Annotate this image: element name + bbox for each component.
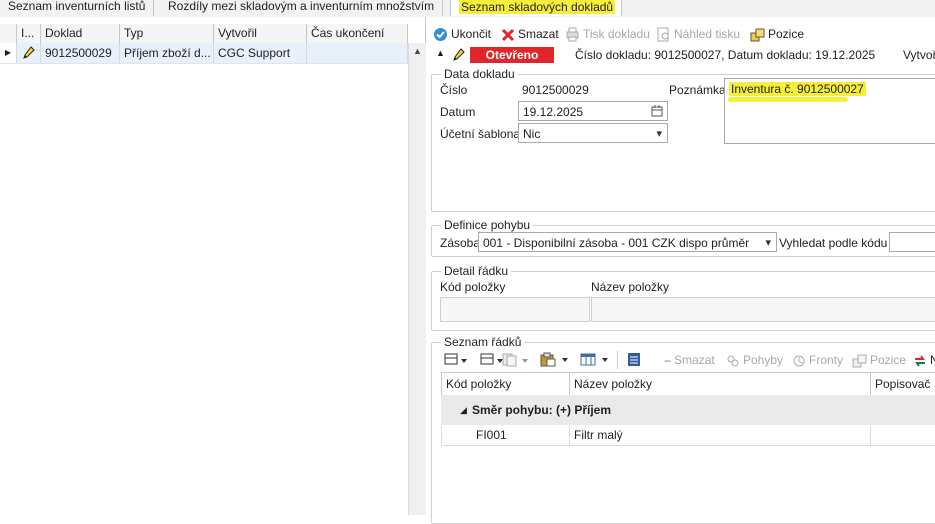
- delete-x-icon: [501, 28, 515, 41]
- number-label: Číslo: [440, 83, 468, 97]
- cell-descriptor: [871, 425, 935, 445]
- search-by-code-input[interactable]: [889, 232, 935, 252]
- lines-grid-header: Kód položky Název položky Popisovač: [441, 372, 935, 396]
- grid-layout-icon[interactable]: [580, 352, 610, 367]
- finish-button[interactable]: Ukončit: [433, 24, 491, 44]
- number-value: 9012500029: [522, 83, 589, 97]
- row-indicator-header: [0, 24, 17, 43]
- cell-typ: Příjem zboží d...: [120, 43, 214, 63]
- table-row[interactable]: ▶ 9012500029 Příjem zboží d... CGC Suppo…: [0, 43, 408, 64]
- lines-positions-button[interactable]: Pozice: [852, 350, 906, 370]
- movements-button[interactable]: Pohyby: [726, 350, 783, 370]
- tab-differences[interactable]: Rozdíly mezi skladovým a inventurním mno…: [160, 0, 444, 16]
- group-collapse-icon[interactable]: ◢: [460, 395, 467, 425]
- document-list-pane: [0, 17, 426, 515]
- col-header-item-name[interactable]: Název položky: [570, 373, 871, 395]
- pencil-icon: [17, 43, 41, 63]
- search-by-code-label: Vyhledat podle kódu: [779, 236, 888, 250]
- copy-icon[interactable]: [502, 353, 530, 367]
- tab-warehouse-documents[interactable]: Seznam skladových dokladů: [450, 0, 622, 16]
- group-title-movement-definition: Definice pohybu: [441, 218, 534, 232]
- col-header-typ[interactable]: Typ: [120, 24, 214, 43]
- add-row-icon[interactable]: [444, 353, 468, 367]
- minus-icon: −: [664, 353, 672, 368]
- accounting-template-select[interactable]: Nic: [518, 123, 668, 143]
- insert-row-icon[interactable]: [480, 353, 504, 367]
- swap-icon: [915, 355, 925, 367]
- accounting-template-label: Účetní šablona: [440, 127, 521, 141]
- group-title-line-detail: Detail řádku: [441, 264, 512, 278]
- item-code-label: Kód položky: [440, 280, 506, 294]
- row-pointer-icon: ▶: [0, 43, 17, 63]
- col-header-cas-ukonceni[interactable]: Čas ukončení: [307, 24, 408, 43]
- cell-doklad: 9012500029: [41, 43, 120, 63]
- group-row[interactable]: ◢ Směr pohybu: (+) Příjem: [441, 395, 935, 425]
- delete-button[interactable]: Smazat: [501, 24, 559, 44]
- status-badge: Otevřeno: [470, 47, 554, 63]
- check-circle-icon: [434, 28, 447, 42]
- pencil-icon: [453, 48, 465, 65]
- col-header-status[interactable]: I...: [17, 24, 41, 43]
- item-name-label: Název položky: [591, 280, 670, 294]
- note-label: Poznámka: [669, 83, 726, 97]
- cell-item-code: FI001: [441, 425, 570, 445]
- collapse-arrow-icon[interactable]: ▲: [436, 48, 445, 58]
- scroll-up-icon[interactable]: ▲: [409, 43, 426, 60]
- cell-item-name: Filtr malý: [570, 425, 871, 445]
- col-header-descriptor[interactable]: Popisovač: [871, 373, 935, 395]
- date-label: Datum: [440, 105, 476, 119]
- item-code-field[interactable]: [440, 297, 590, 322]
- col-header-vytvoril[interactable]: Vytvořil: [214, 24, 307, 43]
- lines-delete-button[interactable]: − Smazat: [664, 350, 715, 370]
- stock-select[interactable]: 001 - Disponibilní zásoba - 001 CZK disp…: [478, 232, 777, 252]
- col-header-doklad[interactable]: Doklad: [41, 24, 120, 43]
- print-document-button[interactable]: Tisk dokladu: [565, 24, 650, 44]
- tab-inventory-lists[interactable]: Seznam inventurních listů: [0, 0, 155, 16]
- col-header-item-code[interactable]: Kód položky: [441, 373, 570, 395]
- toolbar-divider: [617, 351, 618, 369]
- more-button[interactable]: N: [913, 350, 935, 370]
- list-view-icon[interactable]: [627, 352, 641, 367]
- calendar-icon[interactable]: [651, 105, 663, 117]
- tab-strip: Seznam inventurních listů Rozdíly mezi s…: [0, 0, 935, 17]
- boxes-icon: [852, 354, 867, 368]
- item-name-field[interactable]: [591, 297, 935, 322]
- print-icon: [566, 27, 579, 42]
- movements-icon: [727, 355, 739, 367]
- queues-button[interactable]: Fronty: [792, 350, 843, 370]
- created-by-label: Vytvoř: [903, 48, 935, 62]
- print-preview-icon: [657, 27, 669, 42]
- paste-icon[interactable]: [540, 352, 570, 367]
- note-textarea[interactable]: Inventura č. 9012500027: [724, 78, 935, 144]
- queues-icon: [793, 355, 805, 367]
- print-preview-button[interactable]: Náhled tisku: [657, 24, 740, 44]
- table-row[interactable]: FI001 Filtr malý: [441, 425, 935, 446]
- cell-vytvoril: CGC Support: [214, 43, 307, 63]
- cell-cas: [307, 43, 408, 63]
- positions-button[interactable]: Pozice: [750, 24, 804, 44]
- date-field[interactable]: 19.12.2025: [518, 101, 668, 121]
- document-info: Číslo dokladu: 9012500027, Datum dokladu…: [575, 48, 876, 62]
- highlight-mark: [728, 97, 848, 102]
- group-title-lines-list: Seznam řádků: [441, 335, 525, 349]
- boxes-icon: [750, 28, 765, 42]
- group-title-document-data: Data dokladu: [441, 67, 518, 81]
- stock-label: Zásoba: [440, 236, 481, 250]
- vertical-scrollbar[interactable]: ▲: [408, 43, 426, 515]
- document-grid-header: I... Doklad Typ Vytvořil Čas ukončení: [0, 24, 408, 44]
